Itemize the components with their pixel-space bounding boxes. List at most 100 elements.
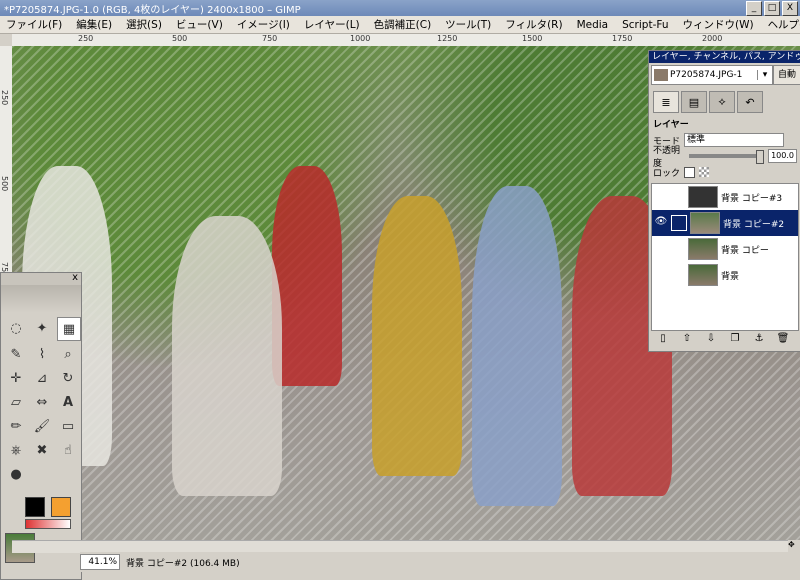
layer-buttons: ▯ ⇧ ⇩ ❐ ⚓ 🗑 [651, 333, 791, 347]
menu-colors[interactable]: 色調補正(C) [368, 17, 440, 32]
layers-section-label: レイヤー [653, 120, 689, 130]
layer-item[interactable]: 👁 背景 コピー#2 [652, 210, 798, 236]
mode-select[interactable]: 標準 [684, 133, 785, 147]
perspective-tool-icon[interactable]: ▱ [5, 391, 27, 413]
ruler-tick: 1500 [522, 34, 543, 43]
window-title: *P7205874.JPG-1.0 (RGB, 4枚のレイヤー) 2400x18… [4, 5, 301, 16]
menu-windows[interactable]: ウィンドウ(W) [676, 17, 761, 32]
menu-select[interactable]: 選択(S) [120, 17, 170, 32]
opacity-spinner[interactable]: 100.0 [768, 149, 797, 163]
tab-layers[interactable]: ≣ [653, 91, 679, 113]
paintbrush-tool-icon[interactable]: 🖌 [31, 415, 53, 437]
visibility-toggle[interactable] [654, 190, 668, 204]
eraser-tool-icon[interactable]: ▭ [57, 415, 79, 437]
slider-handle[interactable] [756, 150, 765, 164]
rotate-tool-icon[interactable]: ↻ [57, 367, 79, 389]
chain-toggle[interactable] [671, 190, 685, 204]
ruler-tick: 500 [172, 34, 188, 43]
chevron-down-icon: ▾ [757, 70, 772, 80]
ruler-tick: 1000 [350, 34, 371, 43]
menubar: ファイル(F) 編集(E) 選択(S) ビュー(V) イメージ(I) レイヤー(… [0, 16, 800, 34]
navigate-icon[interactable]: ✥ [788, 540, 798, 552]
menu-tools[interactable]: ツール(T) [439, 17, 499, 32]
tab-paths[interactable]: ⟡ [709, 91, 735, 113]
move-tool-icon[interactable]: ✛ [5, 367, 27, 389]
lower-layer-icon[interactable]: ⇩ [703, 333, 719, 347]
layer-name: 背景 コピー [721, 245, 769, 256]
layer-thumbnail [688, 186, 718, 208]
image-selector[interactable]: P7205874.JPG-1 ▾ [651, 65, 773, 85]
anchor-layer-icon[interactable]: ⚓ [751, 333, 767, 347]
tab-channels[interactable]: ▤ [681, 91, 707, 113]
status-info: 背景 コピー#2 (106.4 MB) [126, 558, 240, 569]
text-tool-icon[interactable]: A [57, 391, 79, 413]
color-select-tool-icon[interactable]: ▦ [57, 317, 81, 341]
minimize-button[interactable]: _ [746, 1, 762, 16]
ruler-tick: 2000 [702, 34, 723, 43]
menu-layer[interactable]: レイヤー(L) [298, 17, 368, 32]
menu-image[interactable]: イメージ(I) [231, 17, 298, 32]
fuzzy-select-tool-icon[interactable]: ✦ [31, 317, 53, 339]
opacity-slider[interactable] [689, 150, 765, 164]
layers-dock: レイヤー, チャンネル, パス, アンドゥ P7205874.JPG-1 ▾ 自… [648, 50, 800, 352]
zoom-tool-icon[interactable]: ⌕ [57, 343, 79, 365]
smudge-tool-icon[interactable]: ☝ [57, 439, 79, 461]
canvas-figure [472, 186, 562, 506]
chain-toggle[interactable] [671, 268, 685, 282]
image-name: P7205874.JPG-1 [670, 70, 743, 80]
paths-tool-icon[interactable]: ✎ [5, 343, 27, 365]
raise-layer-icon[interactable]: ⇧ [679, 333, 695, 347]
ruler-tick: 500 [0, 176, 9, 192]
lock-label: ロック [653, 168, 681, 179]
chain-toggle[interactable] [671, 242, 685, 256]
background-color[interactable] [51, 497, 71, 517]
title-bar: *P7205874.JPG-1.0 (RGB, 4枚のレイヤー) 2400x18… [0, 0, 800, 16]
lock-row: ロック [649, 164, 800, 180]
maximize-button[interactable]: □ [764, 1, 780, 16]
layer-name: 背景 コピー#2 [723, 219, 785, 230]
menu-help[interactable]: ヘルプ(H) [762, 17, 800, 32]
heal-tool-icon[interactable]: ✖ [31, 439, 53, 461]
crop-tool-icon[interactable]: ⊿ [31, 367, 53, 389]
duplicate-layer-icon[interactable]: ❐ [727, 333, 743, 347]
foreground-color[interactable] [25, 497, 45, 517]
menu-file[interactable]: ファイル(F) [0, 17, 70, 32]
lock-checkbox[interactable] [684, 166, 696, 178]
layer-item[interactable]: 背景 コピー [652, 236, 798, 262]
menu-view[interactable]: ビュー(V) [170, 17, 231, 32]
zoom-field[interactable]: 41.1% [80, 554, 120, 570]
toolbox-close-icon[interactable]: x [72, 272, 78, 283]
clone-tool-icon[interactable]: ⎈ [5, 439, 27, 461]
menu-edit[interactable]: 編集(E) [70, 17, 120, 32]
flip-tool-icon[interactable]: ⇔ [31, 391, 53, 413]
lasso-tool-icon[interactable]: ◌ [5, 317, 27, 339]
visibility-toggle[interactable] [654, 268, 668, 282]
ruler-tick: 1750 [612, 34, 633, 43]
toolbox-panel: x ◌ ✦ ▦ ✎ ⌇ ⌕ ✛ ⊿ ↻ ▱ ⇔ A ✏ 🖌 ▭ ⎈ ✖ ☝ ● [0, 272, 82, 580]
dock-tabs: ≣ ▤ ⟡ ↶ [649, 87, 800, 113]
color-picker-tool-icon[interactable]: ⌇ [31, 343, 53, 365]
toolbox-header: x [1, 272, 81, 285]
ruler-tick: 250 [0, 90, 9, 106]
delete-layer-icon[interactable]: 🗑 [775, 333, 791, 347]
eye-icon[interactable]: 👁 [654, 216, 668, 230]
lock-alpha-icon [699, 167, 710, 177]
tool-grid: ◌ ✦ ▦ ✎ ⌇ ⌕ ✛ ⊿ ↻ ▱ ⇔ A ✏ 🖌 ▭ ⎈ ✖ ☝ ● [1, 313, 81, 489]
menu-filters[interactable]: フィルタ(R) [499, 17, 570, 32]
layer-item[interactable]: 背景 コピー#3 [652, 184, 798, 210]
image-icon [654, 69, 668, 81]
gradient-preview[interactable] [25, 519, 71, 529]
chain-toggle[interactable] [671, 215, 687, 231]
menu-media[interactable]: Media [571, 19, 617, 31]
layer-item[interactable]: 背景 [652, 262, 798, 288]
ink-tool-icon[interactable]: ● [5, 463, 27, 485]
pencil-tool-icon[interactable]: ✏ [5, 415, 27, 437]
tab-undo[interactable]: ↶ [737, 91, 763, 113]
auto-button[interactable]: 自動 [773, 65, 800, 85]
wilber-logo [1, 285, 81, 313]
layer-thumbnail [688, 238, 718, 260]
close-button[interactable]: X [782, 1, 798, 16]
menu-script-fu[interactable]: Script-Fu [616, 19, 676, 31]
visibility-toggle[interactable] [654, 242, 668, 256]
new-layer-icon[interactable]: ▯ [655, 333, 671, 347]
